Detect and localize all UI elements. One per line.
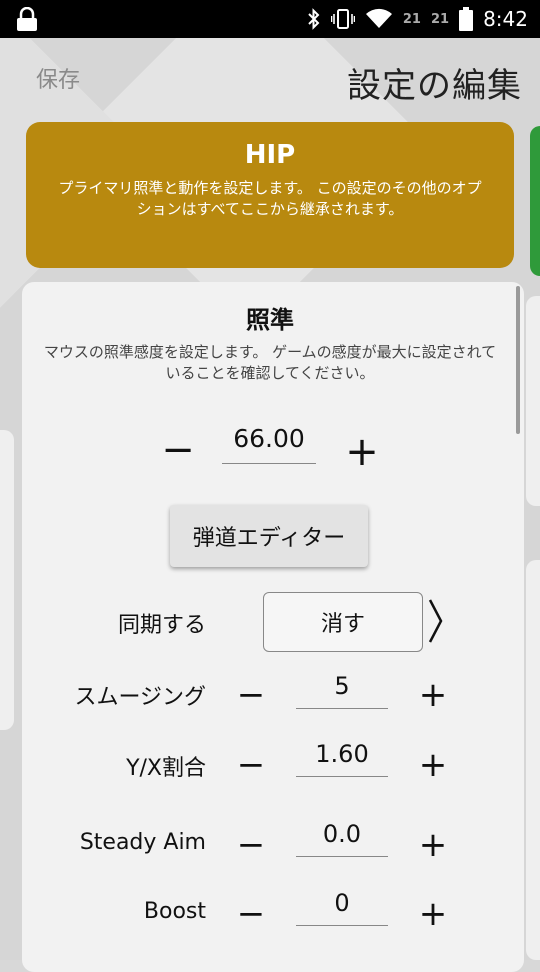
- smoothing-increase-button[interactable]: +: [418, 678, 448, 712]
- sync-label: 同期する: [117, 613, 206, 638]
- sensitivity-value-field[interactable]: 66.00: [222, 424, 316, 464]
- status-bar: 21 21 8:42: [0, 0, 540, 38]
- lock-icon: [17, 7, 37, 31]
- sensitivity-decrease-button[interactable]: −: [160, 430, 196, 470]
- boost-decrease-button[interactable]: −: [236, 897, 266, 931]
- next-section-peek[interactable]: [526, 560, 540, 960]
- smoothing-value-field[interactable]: 5: [296, 672, 388, 709]
- hip-title: HIP: [244, 140, 296, 170]
- boost-increase-button[interactable]: +: [418, 897, 448, 931]
- steady-aim-increase-button[interactable]: +: [418, 828, 448, 862]
- chevron-right-icon[interactable]: [424, 596, 446, 646]
- clock: 8:42: [483, 7, 528, 31]
- hip-description: プライマリ照準と動作を設定します。 この設定のその他のオプションはすべてここから…: [58, 179, 482, 218]
- boost-label: Boost: [143, 899, 206, 924]
- sensitivity-increase-button[interactable]: +: [344, 432, 380, 472]
- yx-ratio-value-field[interactable]: 1.60: [296, 740, 388, 777]
- next-card-peek[interactable]: [530, 126, 540, 276]
- save-button[interactable]: 保存: [36, 62, 80, 94]
- boost-value-field[interactable]: 0: [296, 889, 388, 926]
- wifi-icon: [365, 8, 392, 28]
- steady-aim-decrease-button[interactable]: −: [236, 828, 266, 862]
- aim-section-description: マウスの照準感度を設定します。 ゲームの感度が最大に設定されていることを確認して…: [43, 343, 497, 382]
- sync-selector[interactable]: 消す: [263, 592, 423, 652]
- bluetooth-icon: [308, 8, 320, 30]
- yx-ratio-label: Y/X割合: [126, 756, 206, 781]
- next-section-peek[interactable]: [526, 296, 540, 506]
- steady-aim-value-field[interactable]: 0.0: [296, 820, 388, 857]
- smoothing-label: スムージング: [74, 685, 206, 710]
- hip-card[interactable]: HIP プライマリ照準と動作を設定します。 この設定のその他のオプションはすべて…: [26, 122, 514, 268]
- steady-aim-label: Steady Aim: [79, 830, 206, 855]
- yx-ratio-decrease-button[interactable]: −: [236, 748, 266, 782]
- signal-2-indicator: 21: [430, 11, 450, 27]
- yx-ratio-increase-button[interactable]: +: [418, 748, 448, 782]
- previous-section-peek[interactable]: [0, 430, 14, 730]
- aim-section-title: 照準: [246, 306, 294, 334]
- page-title: 設定の編集: [347, 66, 522, 106]
- battery-icon: [459, 7, 474, 31]
- smoothing-decrease-button[interactable]: −: [236, 678, 266, 712]
- vibrate-icon: [330, 9, 355, 29]
- ballistic-editor-button[interactable]: 弾道エディター: [170, 505, 368, 567]
- signal-1-indicator: 21: [402, 11, 421, 27]
